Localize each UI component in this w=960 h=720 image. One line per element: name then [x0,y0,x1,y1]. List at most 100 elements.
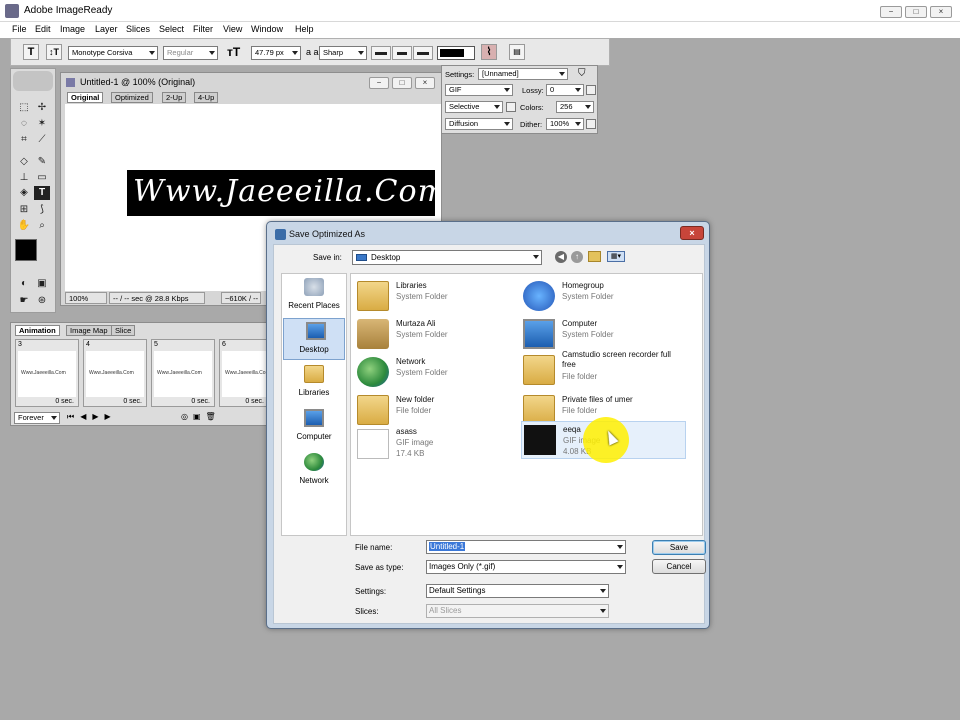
preview-icon[interactable]: ☛ [16,294,32,308]
view-menu-icon[interactable]: ▦▾ [607,251,625,262]
dither-mask-icon[interactable] [586,119,596,129]
up-folder-icon[interactable]: ↑ [571,251,583,263]
doc-close-button[interactable]: × [415,77,435,89]
maximize-button[interactable]: □ [905,6,927,18]
download-time-select[interactable]: -- / -- sec @ 28.8 Kbps [109,292,205,304]
slice-tool-icon[interactable]: ⟋ [34,133,50,147]
doc-maximize-button[interactable]: □ [392,77,412,89]
toggle-image-map-icon[interactable]: ◐ [16,277,32,291]
font-size-input[interactable]: 47.79 px [251,46,301,60]
cancel-button[interactable]: Cancel [652,559,706,574]
place-desktop[interactable]: Desktop [283,318,345,360]
tab-original[interactable]: Original [67,92,104,103]
hand-tool-icon[interactable]: ✋ [16,219,32,233]
font-family-select[interactable]: Monotype Corsiva [68,46,158,60]
menu-image[interactable]: Image [60,24,85,34]
type-tool-icon[interactable]: T [23,44,39,60]
list-item[interactable]: Libraries System Folder [355,279,520,315]
magic-wand-icon[interactable]: ✶ [34,117,50,131]
align-center-icon[interactable] [392,46,412,60]
animation-frame[interactable]: 3 Www.Jaeeeilla.Com 0 sec. [15,339,79,407]
align-right-icon[interactable] [413,46,433,60]
back-icon[interactable]: ◀ [555,251,567,263]
foreground-color-swatch[interactable] [15,239,37,261]
menu-window[interactable]: Window [251,24,283,34]
eraser-tool-icon[interactable]: ◇ [16,155,32,169]
move-tool-icon[interactable]: ✢ [34,101,50,115]
frame-delay[interactable]: 0 sec. [123,398,142,405]
menu-filter[interactable]: Filter [193,24,213,34]
type-orientation-icon[interactable]: ↕T [46,44,62,60]
list-item[interactable]: Network System Folder [355,355,520,391]
zoom-select[interactable]: 100% [65,292,107,304]
menu-file[interactable]: File [12,24,27,34]
palette-select[interactable]: Selective [445,101,503,113]
animation-frame[interactable]: 4 Www.Jaeeeilla.Com 0 sec. [83,339,147,407]
slices-select[interactable]: All Slices [426,604,609,618]
palette-mask-icon[interactable] [506,102,516,112]
lasso-tool-icon[interactable]: ◌ [16,117,32,131]
settings-select[interactable]: Default Settings [426,584,609,598]
prev-frame-icon[interactable]: ◀ [80,412,92,421]
colors-select[interactable]: 256 [556,101,594,113]
list-item[interactable]: Computer System Folder [521,317,686,353]
place-libraries[interactable]: Libraries [282,362,346,404]
brush-tool-icon[interactable]: ✎ [34,155,50,169]
tab-slice[interactable]: Slice [111,325,136,336]
bucket-tool-icon[interactable]: ◈ [16,186,32,200]
frame-delay[interactable]: 0 sec. [191,398,210,405]
dialog-close-button[interactable]: × [680,226,704,240]
delete-frame-icon[interactable]: 🗑 [206,412,221,421]
place-computer[interactable]: Computer [282,406,346,448]
align-left-icon[interactable] [371,46,391,60]
save-button[interactable]: Save [652,540,706,555]
crop-tool-icon[interactable]: ⌗ [16,133,32,147]
dither-input[interactable]: 100% [546,118,584,130]
close-button[interactable]: × [930,6,952,18]
format-select[interactable]: GIF [445,84,513,96]
marquee-tool-icon[interactable]: ⬚ [16,101,32,115]
first-frame-icon[interactable]: ⏮ [67,412,80,421]
doc-minimize-button[interactable]: − [369,77,389,89]
animation-frame[interactable]: 5 Www.Jaeeeilla.Com 0 sec. [151,339,215,407]
duplicate-frame-icon[interactable]: ▣ [193,412,206,421]
gradient-tool-icon[interactable]: ▭ [34,171,50,185]
menu-help[interactable]: Help [295,24,314,34]
jump-to-photoshop-icon[interactable]: ⊛ [34,294,50,308]
dither-algorithm-select[interactable]: Diffusion [445,118,513,130]
next-frame-icon[interactable]: ▶ [105,412,117,421]
anti-alias-select[interactable]: Sharp [319,46,367,60]
eyedropper-tool-icon[interactable]: ⟆ [34,203,50,217]
menu-slices[interactable]: Slices [126,24,150,34]
play-icon[interactable]: ▶ [92,412,104,421]
loop-select[interactable]: Forever [14,412,60,424]
new-folder-icon[interactable] [588,251,601,262]
menu-edit[interactable]: Edit [35,24,51,34]
tab-2-up[interactable]: 2-Up [162,92,187,103]
minimize-button[interactable]: − [880,6,902,18]
tab-image-map[interactable]: Image Map [66,325,112,336]
list-item[interactable]: New folder File folder [355,393,520,429]
file-size-readout[interactable]: ~610K / -- [221,292,261,304]
optimize-menu-icon[interactable]: ⛉ [578,68,586,79]
optimize-settings-select[interactable]: [Unnamed] [478,68,568,80]
frame-delay[interactable]: 0 sec. [55,398,74,405]
lossy-mask-icon[interactable] [586,85,596,95]
menu-view[interactable]: View [223,24,242,34]
text-color-swatch[interactable] [437,46,475,60]
stamp-tool-icon[interactable]: ⊥ [16,171,32,185]
screen-mode-icon[interactable]: ▣ [34,277,50,291]
place-recent-places[interactable]: Recent Places [282,275,346,317]
crop-icon[interactable]: ⊞ [16,203,32,217]
file-name-input[interactable]: Untitled-1 [426,540,626,554]
type-tool-icon[interactable]: T [34,186,50,200]
tab-optimized[interactable]: Optimized [111,92,153,103]
frame-delay[interactable]: 0 sec. [245,398,264,405]
lossy-input[interactable]: 0 [546,84,584,96]
list-item[interactable]: asass GIF image 17.4 KB [355,425,520,465]
place-network[interactable]: Network [282,450,346,492]
palettes-icon[interactable]: ▤ [509,44,525,60]
save-as-type-select[interactable]: Images Only (*.gif) [426,560,626,574]
tab-animation[interactable]: Animation [15,325,60,336]
font-style-select[interactable]: Regular [163,46,218,60]
